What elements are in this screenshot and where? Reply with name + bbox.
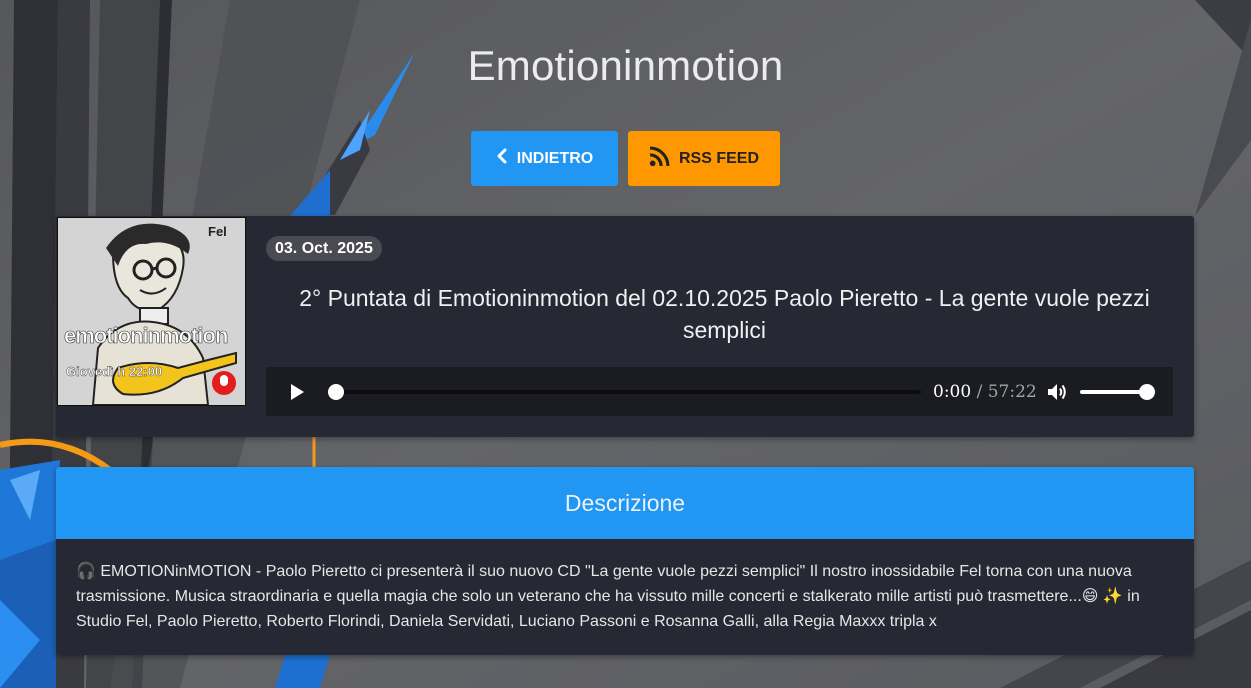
progress-thumb[interactable] bbox=[328, 384, 344, 400]
chevron-left-icon bbox=[496, 148, 508, 169]
duration: 57:22 bbox=[987, 382, 1037, 402]
mute-button[interactable] bbox=[1046, 381, 1068, 403]
episode-cover[interactable]: Fel emotioninmotion Giovedì h 22:00 bbox=[57, 217, 246, 406]
episode-card: Fel emotioninmotion Giovedì h 22:00 03. … bbox=[56, 216, 1194, 437]
play-button[interactable] bbox=[286, 381, 308, 403]
rss-feed-label: RSS FEED bbox=[678, 149, 759, 167]
audio-player: 0:00 / 57:22 bbox=[266, 367, 1173, 416]
time-separator: / bbox=[976, 382, 983, 402]
current-time: 0:00 bbox=[933, 382, 972, 402]
volume-slider[interactable] bbox=[1080, 390, 1146, 394]
episode-date-badge: 03. Oct. 2025 bbox=[266, 236, 382, 261]
cover-show-logo: emotioninmotion bbox=[64, 323, 228, 348]
rss-feed-button[interactable]: RSS FEED bbox=[628, 131, 780, 186]
cover-schedule: Giovedì h 22:00 bbox=[66, 364, 162, 379]
progress-slider[interactable] bbox=[328, 384, 921, 400]
episode-title: 2° Puntata di Emotioninmotion del 02.10.… bbox=[299, 285, 1150, 343]
volume-thumb[interactable] bbox=[1139, 384, 1155, 400]
cover-host-label: Fel bbox=[208, 224, 227, 239]
description-text: 🎧 EMOTIONinMOTION - Paolo Pieretto ci pr… bbox=[76, 563, 1140, 630]
rss-icon bbox=[649, 146, 670, 172]
description-card: Descrizione 🎧 EMOTIONinMOTION - Paolo Pi… bbox=[56, 467, 1194, 655]
description-header: Descrizione bbox=[56, 467, 1194, 539]
back-button-label: INDIETRO bbox=[516, 149, 594, 167]
time-display: 0:00 / 57:22 bbox=[933, 382, 1037, 402]
volume-icon bbox=[1046, 384, 1068, 407]
play-icon bbox=[286, 384, 308, 407]
page-title: Emotioninmotion bbox=[467, 42, 784, 89]
back-button[interactable]: INDIETRO bbox=[471, 131, 618, 186]
